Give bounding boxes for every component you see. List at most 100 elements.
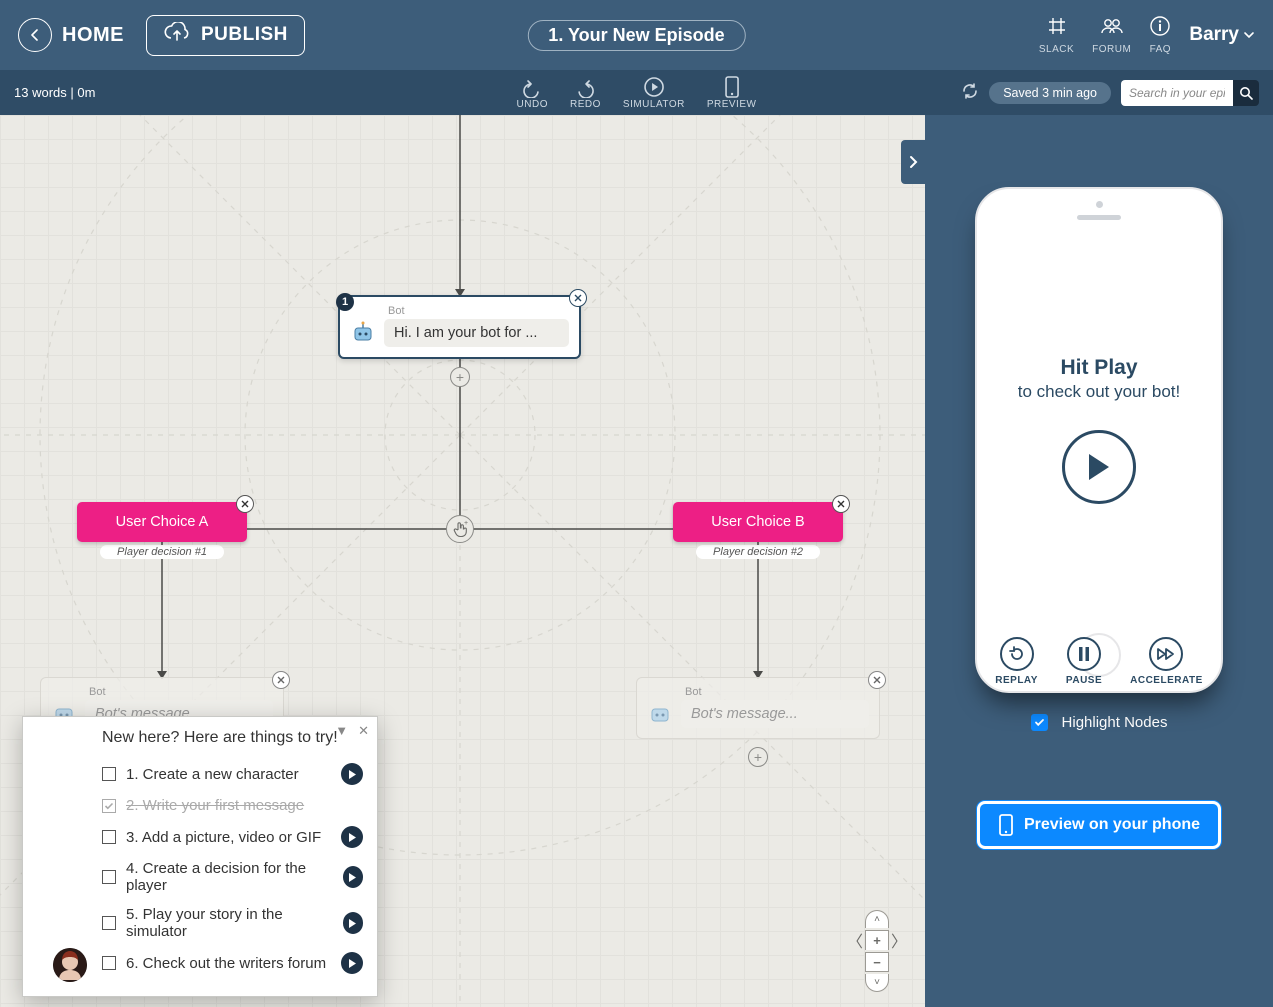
toolbar: 13 words | 0m UNDO REDO SIMULATOR PREVIE… bbox=[0, 70, 1273, 115]
decision-label-b: Player decision #2 bbox=[696, 545, 820, 559]
play-controls: REPLAY PAUSE ACCELERATE bbox=[995, 637, 1202, 686]
user-menu[interactable]: Barry bbox=[1189, 24, 1255, 46]
onboard-item-text: 5. Play your story in the simulator bbox=[126, 906, 333, 940]
preview-on-phone-button[interactable]: Preview on your phone bbox=[977, 801, 1221, 849]
nav-up[interactable]: ˄ bbox=[865, 910, 889, 928]
bot-message-node[interactable]: 1 Bot Hi. I am your bot for ... bbox=[338, 295, 581, 359]
cloud-upload-icon bbox=[163, 22, 191, 49]
simulator-button[interactable]: SIMULATOR bbox=[623, 76, 685, 110]
pause-button[interactable] bbox=[1067, 637, 1101, 671]
zoom-out[interactable]: − bbox=[865, 952, 889, 972]
simulator-icon bbox=[643, 76, 665, 98]
nav-left[interactable]: 〈 bbox=[847, 929, 863, 951]
checkbox-icon bbox=[102, 799, 116, 813]
play-icon[interactable] bbox=[341, 952, 363, 974]
undo-icon bbox=[521, 80, 543, 98]
checkbox-icon bbox=[102, 830, 116, 844]
collapse-icon[interactable]: ▼ bbox=[335, 723, 348, 739]
search-button[interactable] bbox=[1233, 80, 1259, 106]
choice-node-a[interactable]: User Choice A Player decision #1 bbox=[77, 502, 247, 559]
highlight-label: Highlight Nodes bbox=[1062, 714, 1168, 731]
replay-button[interactable] bbox=[1000, 637, 1034, 671]
back-icon bbox=[18, 18, 52, 52]
bot-message-text[interactable]: Hi. I am your bot for ... bbox=[384, 319, 569, 347]
search-icon bbox=[1239, 86, 1253, 100]
sync-icon[interactable] bbox=[961, 82, 979, 103]
close-icon[interactable] bbox=[569, 289, 587, 307]
onboard-item-text: 6. Check out the writers forum bbox=[126, 955, 326, 972]
forum-link[interactable]: FORUM bbox=[1092, 15, 1131, 55]
onboard-item[interactable]: 1. Create a new character bbox=[102, 757, 363, 791]
svg-text:+: + bbox=[464, 520, 468, 527]
choice-button-b[interactable]: User Choice B bbox=[673, 502, 843, 542]
faq-link[interactable]: FAQ bbox=[1149, 15, 1171, 55]
close-icon[interactable] bbox=[832, 495, 850, 513]
slack-icon bbox=[1046, 15, 1068, 42]
play-icon[interactable] bbox=[343, 912, 363, 934]
accelerate-button[interactable] bbox=[1149, 637, 1183, 671]
play-icon[interactable] bbox=[341, 763, 363, 785]
undo-button[interactable]: UNDO bbox=[517, 80, 548, 110]
onboard-item[interactable]: 4. Create a decision for the player bbox=[102, 854, 363, 900]
onboard-item[interactable]: 5. Play your story in the simulator bbox=[102, 900, 363, 946]
canvas[interactable]: 1 Bot Hi. I am your bot for ... + + User… bbox=[0, 115, 925, 1007]
checkbox-icon bbox=[102, 870, 116, 884]
bot-avatar-icon bbox=[350, 320, 376, 346]
bot-node-empty-b[interactable]: Bot Bot's message... bbox=[636, 677, 880, 739]
checkbox-icon bbox=[102, 767, 116, 781]
nav-down[interactable]: ˅ bbox=[865, 974, 889, 992]
close-icon[interactable]: ✕ bbox=[358, 723, 369, 739]
play-button[interactable] bbox=[1062, 430, 1136, 504]
choice-node-b[interactable]: User Choice B Player decision #2 bbox=[673, 502, 843, 559]
play-icon[interactable] bbox=[343, 866, 363, 888]
app-header: HOME PUBLISH 1. Your New Episode SLACK F… bbox=[0, 0, 1273, 70]
close-icon[interactable] bbox=[868, 671, 886, 689]
preview-button[interactable]: PREVIEW bbox=[707, 76, 757, 110]
onboard-item[interactable]: 3. Add a picture, video or GIF bbox=[102, 820, 363, 854]
search-input[interactable] bbox=[1121, 80, 1233, 106]
collapse-panel-button[interactable] bbox=[901, 140, 925, 184]
bot-message-placeholder[interactable]: Bot's message... bbox=[681, 700, 869, 728]
home-label: HOME bbox=[62, 24, 124, 47]
redo-button[interactable]: REDO bbox=[570, 80, 601, 110]
checkbox-icon bbox=[102, 956, 116, 970]
close-icon[interactable] bbox=[236, 495, 254, 513]
user-name: Barry bbox=[1189, 24, 1239, 46]
bot-label: Bot bbox=[388, 305, 569, 317]
onboard-item-text: 1. Create a new character bbox=[126, 766, 299, 783]
zoom-in[interactable]: + bbox=[865, 930, 889, 950]
assistant-avatar[interactable] bbox=[53, 948, 87, 982]
add-node-button[interactable]: + bbox=[450, 367, 470, 387]
info-icon bbox=[1149, 15, 1171, 42]
phone-icon bbox=[724, 76, 740, 98]
chevron-down-icon bbox=[1243, 24, 1255, 46]
branch-handle[interactable]: + bbox=[446, 515, 474, 543]
home-button[interactable]: HOME bbox=[18, 18, 124, 52]
publish-button[interactable]: PUBLISH bbox=[146, 15, 305, 56]
header-right: SLACK FORUM FAQ Barry bbox=[1039, 15, 1255, 55]
choice-button-a[interactable]: User Choice A bbox=[77, 502, 247, 542]
forum-icon bbox=[1100, 15, 1124, 42]
decision-label-a: Player decision #1 bbox=[100, 545, 224, 559]
close-icon[interactable] bbox=[272, 671, 290, 689]
checkbox-checked-icon bbox=[1031, 714, 1048, 731]
phone-camera-icon bbox=[1096, 201, 1103, 208]
onboard-item[interactable]: 2. Write your first message bbox=[102, 791, 363, 820]
episode-title[interactable]: 1. Your New Episode bbox=[527, 20, 745, 51]
bot-avatar-icon bbox=[647, 701, 673, 727]
toolbar-center: UNDO REDO SIMULATOR PREVIEW bbox=[517, 76, 757, 110]
search bbox=[1121, 80, 1259, 106]
add-node-button[interactable]: + bbox=[748, 747, 768, 767]
node-badge: 1 bbox=[336, 293, 354, 311]
canvas-nav: ˄ 〈 + 〉 − ˅ bbox=[845, 909, 909, 993]
slack-link[interactable]: SLACK bbox=[1039, 15, 1074, 55]
onboard-item[interactable]: 6. Check out the writers forum bbox=[102, 946, 363, 980]
nav-right[interactable]: 〉 bbox=[891, 929, 907, 951]
phone-speaker-icon bbox=[1077, 215, 1121, 220]
redo-icon bbox=[574, 80, 596, 98]
word-count: 13 words | 0m bbox=[14, 85, 95, 100]
checkbox-icon bbox=[102, 916, 116, 930]
onboarding-popup: ▼ ✕ New here? Here are things to try! 1.… bbox=[22, 716, 378, 997]
play-icon[interactable] bbox=[341, 826, 363, 848]
highlight-nodes-toggle[interactable]: Highlight Nodes bbox=[1031, 714, 1168, 731]
